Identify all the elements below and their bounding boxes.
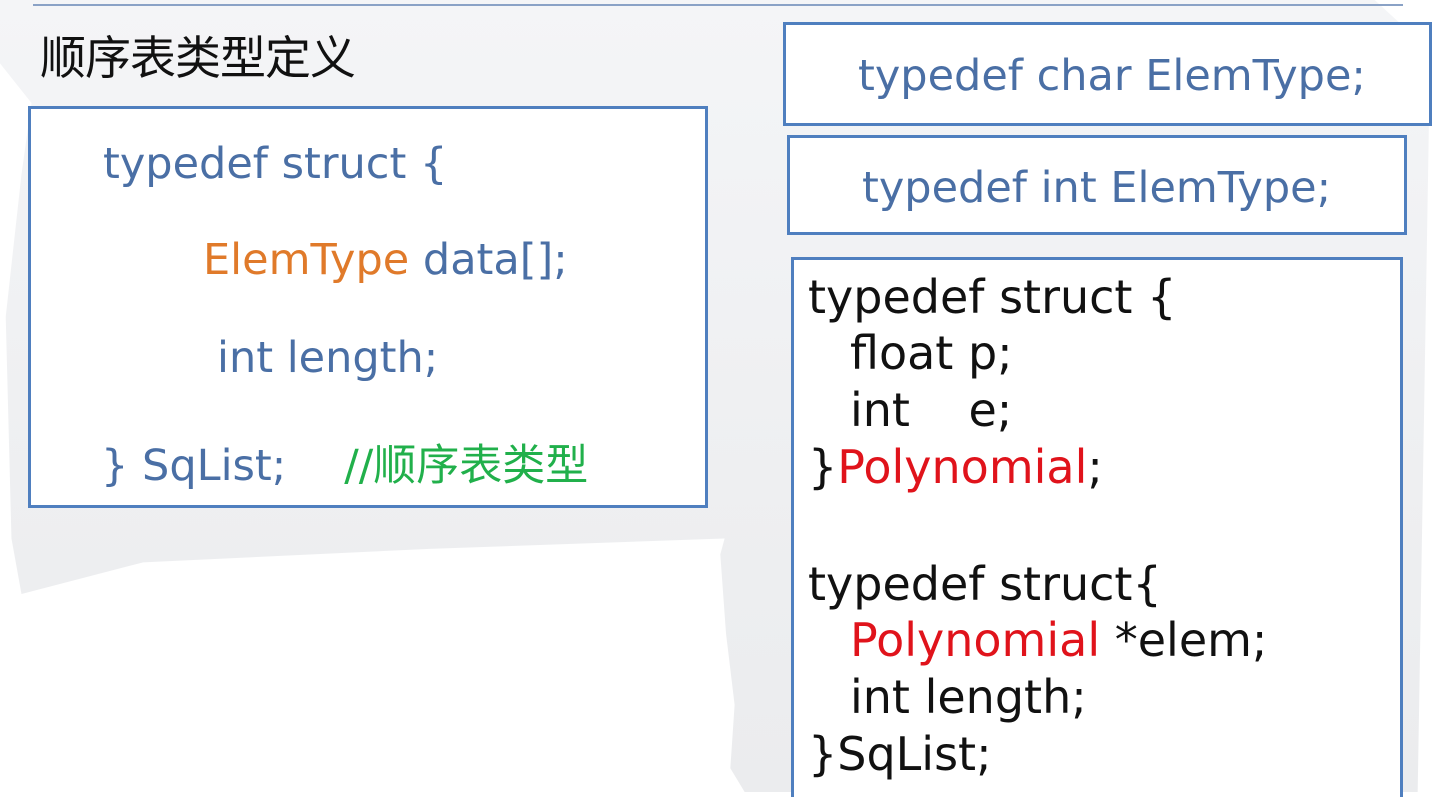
polynomial-type-ref: Polynomial — [850, 613, 1101, 667]
poly-line-float: float p; — [850, 326, 1013, 380]
typedef-char-text: typedef char ElemType; — [858, 51, 1366, 101]
poly-close-semi: ; — [1087, 440, 1103, 494]
top-divider — [33, 4, 1403, 6]
sqlist-line-typedef: typedef struct{ — [808, 557, 1162, 611]
polynomial-definition-box: typedef struct { float p; int e; }Polyno… — [791, 257, 1403, 797]
sqlist-line-elem: Polynomial *elem; — [850, 613, 1267, 667]
sqlist-definition-box: typedef struct { ElemType data[]; int le… — [28, 106, 708, 508]
data-array-text: data[]; — [409, 235, 568, 285]
polynomial-name: Polynomial — [837, 440, 1088, 494]
poly-line-int: int e; — [850, 383, 1013, 437]
sqlist-close-text: } SqList; — [101, 441, 287, 491]
code-comment: //顺序表类型 — [344, 441, 589, 491]
sqlist-line-close: }SqList; — [808, 727, 992, 781]
typedef-int-box: typedef int ElemType; — [787, 135, 1407, 235]
code-line-length: int length; — [217, 333, 439, 383]
code-line-data: ElemType data[]; — [203, 235, 568, 285]
page-title: 顺序表类型定义 — [40, 31, 356, 85]
poly-line-close: }Polynomial; — [808, 440, 1103, 494]
code-line-close: } SqList; //顺序表类型 — [101, 431, 588, 493]
poly-line-typedef: typedef struct { — [808, 270, 1177, 324]
elem-pointer-text: *elem; — [1100, 613, 1268, 667]
elemtype-keyword: ElemType — [203, 235, 410, 285]
typedef-int-text: typedef int ElemType; — [862, 163, 1332, 213]
code-line-typedef: typedef struct { — [103, 139, 448, 189]
sqlist-line-length: int length; — [850, 670, 1087, 724]
typedef-char-box: typedef char ElemType; — [783, 22, 1432, 126]
poly-close-brace: } — [808, 440, 838, 494]
